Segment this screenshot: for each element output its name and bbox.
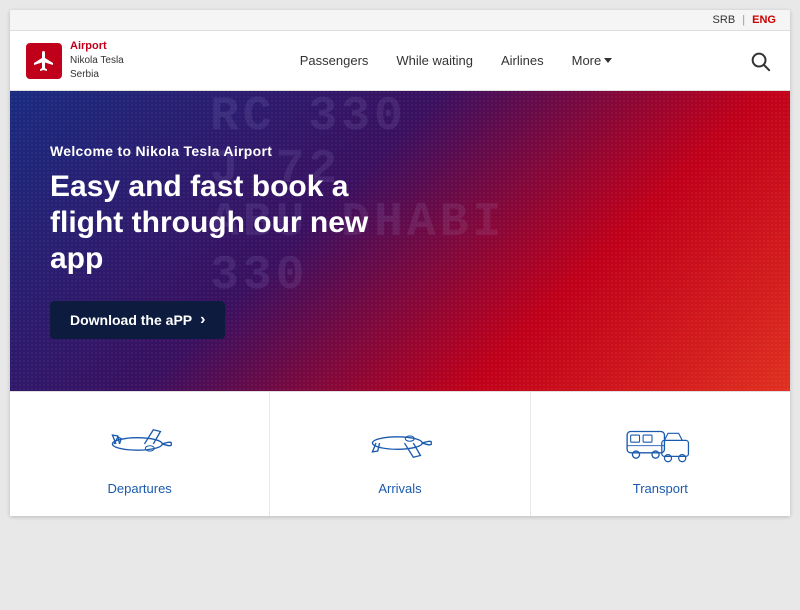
page-wrapper: SRB | ENG Airport Nikola Tesla Serbia Pa…: [10, 10, 790, 516]
transport-item[interactable]: Transport: [531, 392, 790, 516]
nav-passengers[interactable]: Passengers: [300, 53, 369, 68]
logo-icon: [26, 43, 62, 79]
nav-airlines[interactable]: Airlines: [501, 53, 544, 68]
nav-more[interactable]: More: [572, 53, 613, 68]
logo-area[interactable]: Airport Nikola Tesla Serbia: [26, 39, 166, 82]
hero-subtitle: Welcome to Nikola Tesla Airport: [50, 143, 410, 159]
main-nav: Passengers While waiting Airlines More: [166, 53, 746, 68]
lang-eng[interactable]: ENG: [752, 14, 776, 26]
download-btn-label: Download the aPP: [70, 312, 192, 328]
lang-srb[interactable]: SRB: [713, 14, 736, 26]
transport-label: Transport: [633, 481, 688, 496]
hero-title: Easy and fast book a flight through our …: [50, 169, 410, 277]
departures-label: Departures: [108, 481, 172, 496]
logo-text: Airport Nikola Tesla Serbia: [70, 39, 124, 82]
hero-section: RC 330 J 72 ABU DHABI 330 Welcome to Nik…: [10, 91, 790, 391]
nav-while-waiting[interactable]: While waiting: [396, 53, 473, 68]
chevron-down-icon: [604, 58, 612, 63]
header: Airport Nikola Tesla Serbia Passengers W…: [10, 31, 790, 91]
arrow-icon: ›: [200, 311, 205, 329]
logo-airport: Airport: [70, 39, 124, 54]
logo-serbia: Serbia: [70, 68, 124, 82]
download-app-button[interactable]: Download the aPP ›: [50, 301, 225, 339]
language-bar: SRB | ENG: [10, 10, 790, 31]
transport-icon: [620, 416, 700, 471]
search-button[interactable]: [746, 47, 774, 75]
lang-separator: |: [742, 14, 745, 26]
arrivals-label: Arrivals: [378, 481, 421, 496]
logo-nikola-tesla: Nikola Tesla: [70, 54, 124, 68]
hero-content: Welcome to Nikola Tesla Airport Easy and…: [50, 143, 410, 339]
arrivals-item[interactable]: Arrivals: [270, 392, 530, 516]
arrivals-icon: [360, 416, 440, 471]
departures-icon: [100, 416, 180, 471]
bottom-section: Departures Arrivals: [10, 391, 790, 516]
departures-item[interactable]: Departures: [10, 392, 270, 516]
